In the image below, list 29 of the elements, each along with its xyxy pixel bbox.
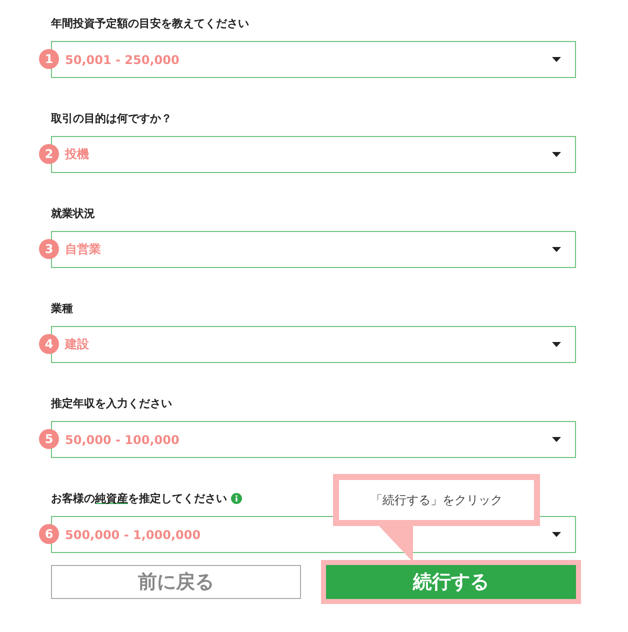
dropdown-field[interactable]: 50,000 - 100,000 [51, 421, 576, 458]
tooltip-pointer [379, 526, 413, 562]
question-label: 取引の目的は何ですか？ [51, 110, 172, 126]
back-button[interactable]: 前に戻る [51, 565, 301, 599]
question-label: 業種 [51, 300, 73, 316]
caret-icon [552, 437, 561, 442]
step-number: 2 [39, 144, 59, 164]
term-link[interactable]: 純資産 [95, 490, 128, 506]
question-label: を推定してください [128, 490, 227, 506]
question-label: 就業状況 [51, 206, 95, 220]
step-number: 1 [39, 49, 59, 69]
caret-icon [552, 152, 561, 157]
info-icon[interactable] [231, 492, 242, 504]
continue-button[interactable]: 続行する [321, 560, 581, 604]
step-number: 3 [39, 239, 59, 259]
caret-icon [552, 247, 561, 252]
question-label: お客様の [51, 490, 95, 506]
tooltip: 「続行する」をクリック [333, 474, 540, 526]
question-label: 年間投資予定額の目安を教えてください [51, 16, 249, 30]
caret-icon [552, 532, 561, 537]
dropdown-field[interactable]: 自営業 [51, 231, 576, 268]
step-number: 4 [39, 334, 59, 354]
step-number: 6 [39, 524, 59, 544]
dropdown-field[interactable]: 投機 [51, 136, 576, 173]
step-number: 5 [39, 429, 59, 449]
question-label: 推定年収を入力ください [51, 396, 172, 410]
caret-icon [552, 342, 561, 347]
dropdown-field[interactable]: 50,001 - 250,000 [51, 41, 576, 78]
caret-icon [552, 57, 561, 62]
